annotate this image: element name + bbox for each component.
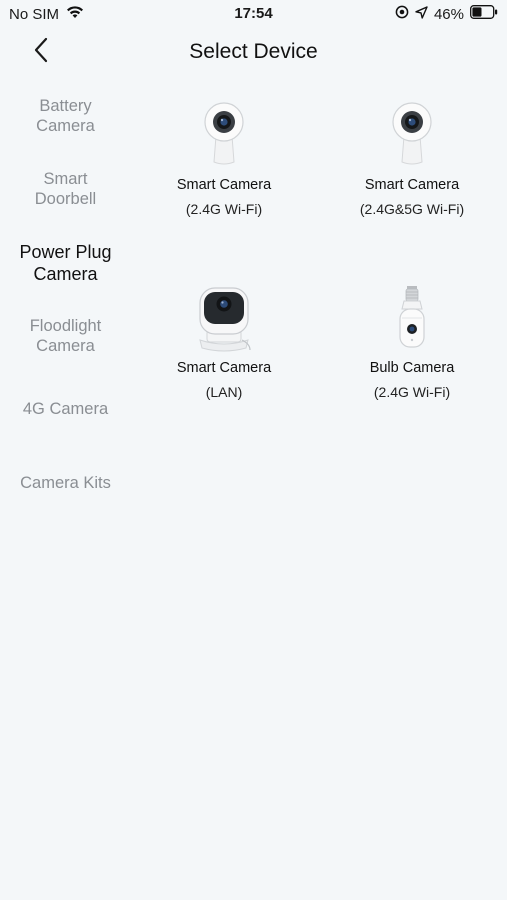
category-label: Floodlight: [29, 317, 102, 335]
category-label: Camera: [36, 117, 95, 135]
nav-bar: Select Device: [0, 30, 507, 74]
device-name: Bulb Camera: [369, 360, 455, 376]
category-label: Smart: [43, 170, 88, 188]
category-label: 4G Camera: [22, 400, 109, 418]
device-connectivity: (2.4G Wi-Fi): [185, 201, 263, 217]
device-name: Smart Camera: [176, 360, 272, 376]
status-right: 46%: [389, 5, 498, 23]
indoor-camera-icon: [139, 96, 309, 171]
battery-percent: 46%: [433, 5, 464, 23]
category-label: Power Plug: [19, 242, 112, 262]
device-connectivity: (2.4G&5G Wi-Fi): [359, 201, 465, 217]
page-title: Select Device: [189, 40, 318, 63]
category-label: Camera: [36, 337, 95, 355]
category-camera-kits[interactable]: Camera Kits: [0, 473, 131, 493]
indoor-camera-icon: [327, 96, 497, 171]
device-card-smart-camera-lan[interactable]: Smart Camera (LAN): [139, 279, 309, 402]
device-connectivity: (LAN): [205, 384, 243, 400]
category-label: Battery: [39, 97, 92, 115]
device-card-bulb-camera[interactable]: Bulb Camera (2.4G Wi-Fi): [327, 279, 497, 402]
device-name: Smart Camera: [364, 177, 460, 193]
device-card-smart-camera-24g[interactable]: Smart Camera (2.4G Wi-Fi): [139, 96, 309, 219]
category-battery-camera[interactable]: Battery Camera: [0, 96, 131, 136]
lan-camera-icon: [139, 279, 309, 354]
category-4g-camera[interactable]: 4G Camera: [0, 399, 131, 419]
device-name: Smart Camera: [176, 177, 272, 193]
category-label: Doorbell: [34, 190, 97, 208]
location-lock-icon: [395, 5, 409, 23]
category-smart-doorbell[interactable]: Smart Doorbell: [0, 169, 131, 209]
category-floodlight-camera[interactable]: Floodlight Camera: [0, 316, 131, 356]
battery-icon: [470, 5, 498, 23]
category-label: Camera Kits: [20, 474, 111, 492]
bulb-camera-icon: [327, 279, 497, 354]
device-connectivity: (2.4G Wi-Fi): [373, 384, 451, 400]
device-card-smart-camera-24g-5g[interactable]: Smart Camera (2.4G&5G Wi-Fi): [327, 96, 497, 219]
category-power-plug-camera[interactable]: Power Plug Camera: [0, 241, 131, 285]
location-arrow-icon: [415, 5, 428, 23]
status-bar: No SIM 17:54 46%: [0, 0, 507, 28]
category-label: Camera: [33, 264, 98, 284]
